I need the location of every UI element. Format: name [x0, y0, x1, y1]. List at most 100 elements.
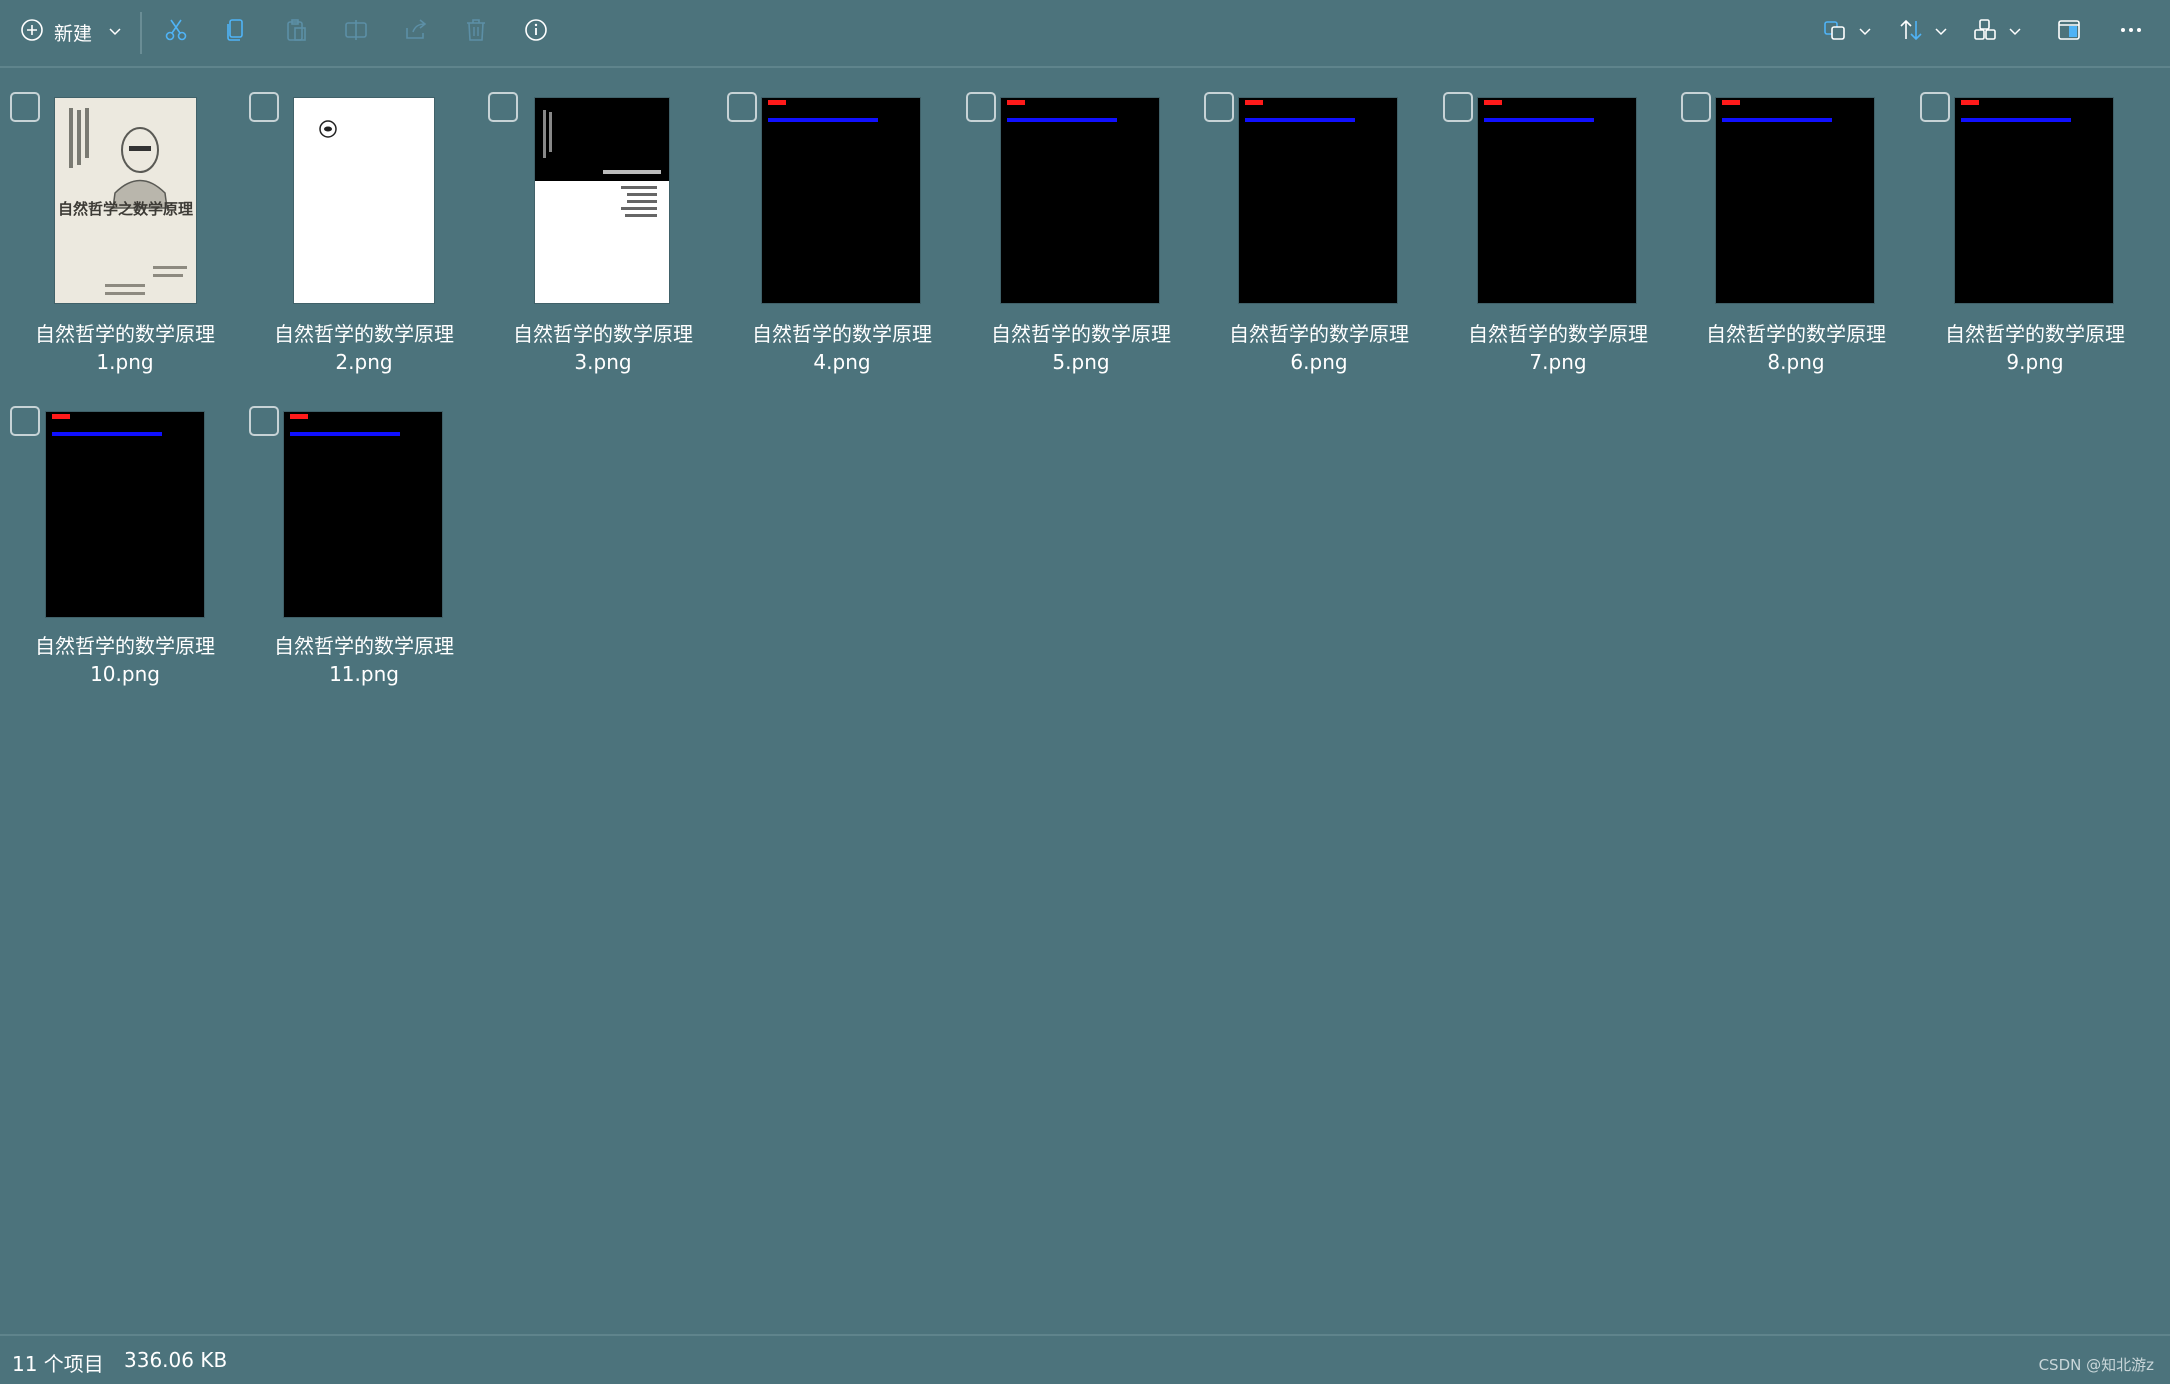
blue-line-mark: [1007, 118, 1117, 122]
file-thumbnail: [1716, 98, 1874, 303]
file-thumbnail: [1239, 98, 1397, 303]
red-label-mark: [768, 100, 786, 105]
info-icon: [523, 17, 549, 47]
view-menu-button[interactable]: [1972, 14, 2022, 50]
watermark-text: CSDN @知北游z: [2038, 1356, 2154, 1374]
new-button-label: 新建: [54, 22, 93, 45]
delete-button[interactable]: [456, 14, 496, 50]
file-name: 自然哲学的数学原理 11.png: [274, 634, 454, 686]
file-item[interactable]: 自然哲学的数学原理 4.png: [723, 68, 961, 378]
file-thumbnail: [284, 412, 442, 617]
file-item[interactable]: 自然哲学之数学原理 自然哲学的数学原理 1.png: [6, 68, 244, 378]
chevron-down-icon: [2008, 23, 2022, 42]
blue-line-mark: [768, 118, 878, 122]
new-button[interactable]: 新建: [20, 14, 122, 50]
cut-icon: [163, 17, 189, 47]
file-name: 自然哲学的数学原理 2.png: [274, 322, 454, 374]
file-checkbox[interactable]: [1681, 92, 1711, 122]
file-name: 自然哲学的数学原理 9.png: [1945, 322, 2125, 374]
blue-line-mark: [52, 432, 162, 436]
chevron-down-icon: [1858, 23, 1872, 42]
file-name: 自然哲学的数学原理 10.png: [35, 634, 215, 686]
file-name: 自然哲学的数学原理 3.png: [513, 322, 693, 374]
item-count: 11 个项目: [12, 1352, 104, 1376]
file-item[interactable]: 自然哲学的数学原理 2.png: [245, 68, 483, 378]
sort-menu-button[interactable]: [1822, 14, 1872, 50]
file-item[interactable]: 自然哲学的数学原理 3.png: [484, 68, 722, 378]
file-checkbox[interactable]: [10, 406, 40, 436]
file-item[interactable]: 自然哲学的数学原理 8.png: [1677, 68, 1915, 378]
file-item[interactable]: 自然哲学的数学原理 10.png: [6, 382, 244, 692]
paste-button[interactable]: [276, 14, 316, 50]
rename-icon: [343, 17, 369, 47]
red-label-mark: [1722, 100, 1740, 105]
details-icon: [2056, 17, 2082, 47]
more-options-button[interactable]: [2118, 14, 2144, 50]
order-menu-button[interactable]: [1898, 14, 1948, 50]
red-label-mark: [1245, 100, 1263, 105]
file-item[interactable]: 自然哲学的数学原理 6.png: [1200, 68, 1438, 378]
status-bar: 11 个项目 336.06 KB CSDN @知北游z: [0, 1334, 2170, 1384]
file-item[interactable]: 自然哲学的数学原理 5.png: [962, 68, 1200, 378]
file-thumbnail: [1478, 98, 1636, 303]
cover-title: 自然哲学之数学原理: [57, 200, 193, 218]
chevron-down-icon: [1934, 23, 1948, 42]
file-checkbox[interactable]: [1920, 92, 1950, 122]
command-bar: 新建: [0, 0, 2170, 68]
red-label-mark: [1484, 100, 1502, 105]
file-name: 自然哲学的数学原理 6.png: [1229, 322, 1409, 374]
cut-button[interactable]: [156, 14, 196, 50]
file-item[interactable]: 自然哲学的数学原理 7.png: [1439, 68, 1677, 378]
view-icon: [1972, 17, 1998, 47]
info-button[interactable]: [516, 14, 556, 50]
file-thumbnail: [1955, 98, 2113, 303]
rename-button[interactable]: [336, 14, 376, 50]
paste-icon: [283, 17, 309, 47]
file-name: 自然哲学的数学原理 8.png: [1706, 322, 1886, 374]
toolbar-separator: [140, 12, 142, 54]
share-icon: [403, 17, 429, 47]
file-name: 自然哲学的数学原理 5.png: [991, 322, 1171, 374]
file-checkbox[interactable]: [249, 92, 279, 122]
share-button[interactable]: [396, 14, 436, 50]
copy-button[interactable]: [216, 14, 256, 50]
file-checkbox[interactable]: [10, 92, 40, 122]
red-label-mark: [52, 414, 70, 419]
red-label-mark: [290, 414, 308, 419]
blue-line-mark: [1245, 118, 1355, 122]
details-pane-button[interactable]: [2056, 14, 2082, 50]
blue-line-mark: [1722, 118, 1832, 122]
file-thumbnail: 自然哲学之数学原理: [55, 98, 196, 303]
blue-line-mark: [1961, 118, 2071, 122]
file-checkbox[interactable]: [488, 92, 518, 122]
file-name: 自然哲学的数学原理 7.png: [1468, 322, 1648, 374]
file-checkbox[interactable]: [1204, 92, 1234, 122]
red-label-mark: [1961, 100, 1979, 105]
file-checkbox[interactable]: [249, 406, 279, 436]
file-checkbox[interactable]: [966, 92, 996, 122]
copy-icon: [223, 17, 249, 47]
file-thumbnail: [535, 98, 669, 303]
file-thumbnail: [46, 412, 204, 617]
more-icon: [2118, 17, 2144, 47]
file-thumbnail: [294, 98, 434, 303]
blue-line-mark: [1484, 118, 1594, 122]
chevron-down-icon: [108, 21, 122, 43]
plus-circle-icon: [20, 18, 44, 47]
file-thumbnail: [1001, 98, 1159, 303]
blue-line-mark: [290, 432, 400, 436]
selection-size: 336.06 KB: [124, 1348, 228, 1372]
file-checkbox[interactable]: [727, 92, 757, 122]
file-explorer-window: 新建 自然哲学之数学原理 自然哲学的数学原理 1.png 自然哲学的数学原理 2…: [0, 0, 2170, 1384]
arrows-up-down-icon: [1898, 17, 1924, 47]
sort-icon: [1822, 17, 1848, 47]
file-name: 自然哲学的数学原理 1.png: [35, 322, 215, 374]
delete-icon: [463, 17, 489, 47]
file-thumbnail: [762, 98, 920, 303]
file-grid: 自然哲学之数学原理 自然哲学的数学原理 1.png 自然哲学的数学原理 2.pn…: [0, 68, 2170, 1334]
file-item[interactable]: 自然哲学的数学原理 11.png: [245, 382, 483, 692]
file-item[interactable]: 自然哲学的数学原理 9.png: [1916, 68, 2154, 378]
file-name: 自然哲学的数学原理 4.png: [752, 322, 932, 374]
red-label-mark: [1007, 100, 1025, 105]
file-checkbox[interactable]: [1443, 92, 1473, 122]
